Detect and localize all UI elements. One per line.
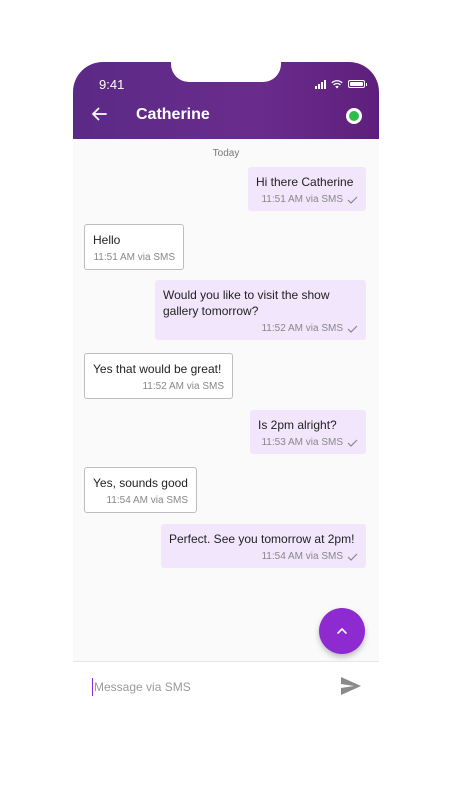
online-status-icon (346, 108, 362, 124)
message-input[interactable] (92, 678, 314, 696)
message-meta: 11:54 AM via SMS (93, 495, 188, 506)
message-meta: 11:51 AM via SMS (93, 252, 175, 263)
check-icon (347, 196, 358, 204)
message-timestamp: 11:51 AM via SMS (93, 252, 175, 263)
message-timestamp: 11:52 AM via SMS (142, 381, 224, 392)
outgoing-message: Perfect. See you tomorrow at 2pm! 11:54 … (161, 524, 366, 568)
battery-icon (348, 80, 367, 88)
message-timestamp: 11:53 AM via SMS (261, 437, 343, 448)
message-text: Is 2pm alright? (258, 418, 337, 432)
chat-header: 9:41 Catherine (73, 62, 379, 139)
device-notch (171, 62, 281, 82)
contact-name: Catherine (136, 106, 210, 123)
message-timestamp: 11:54 AM via SMS (261, 551, 343, 562)
wifi-icon (331, 80, 343, 89)
chevron-up-icon (337, 628, 347, 634)
phone-frame: 9:41 Catherine Today Hi there Catherine … (73, 62, 379, 722)
signal-icon (315, 79, 326, 89)
message-meta: 11:54 AM via SMS (169, 551, 358, 562)
message-list[interactable]: Today Hi there Catherine 11:51 AM via SM… (73, 139, 379, 661)
back-arrow-icon[interactable] (91, 106, 107, 122)
message-text: Yes that would be great! (93, 362, 222, 376)
incoming-message: Yes, sounds good 11:54 AM via SMS (84, 467, 197, 513)
check-icon (347, 325, 358, 333)
message-timestamp: 11:54 AM via SMS (106, 495, 188, 506)
status-time: 9:41 (99, 77, 125, 92)
outgoing-message: Would you like to visit the show gallery… (155, 280, 366, 340)
incoming-message: Yes that would be great! 11:52 AM via SM… (84, 353, 233, 399)
message-meta: 11:52 AM via SMS (163, 323, 358, 334)
message-composer (73, 661, 379, 722)
check-icon (347, 553, 358, 561)
message-timestamp: 11:51 AM via SMS (261, 194, 343, 205)
message-text: Hi there Catherine (256, 175, 354, 189)
message-text: Yes, sounds good (93, 476, 188, 490)
message-meta: 11:51 AM via SMS (256, 194, 358, 205)
status-icons (315, 79, 367, 89)
message-text: Would you like to visit the show gallery… (163, 288, 330, 318)
incoming-message: Hello 11:51 AM via SMS (84, 224, 184, 270)
message-timestamp: 11:52 AM via SMS (261, 323, 343, 334)
outgoing-message: Is 2pm alright? 11:53 AM via SMS (250, 410, 366, 454)
message-meta: 11:52 AM via SMS (93, 381, 224, 392)
send-icon[interactable] (340, 676, 362, 696)
check-icon (347, 439, 358, 447)
message-text: Perfect. See you tomorrow at 2pm! (169, 532, 355, 546)
message-meta: 11:53 AM via SMS (258, 437, 358, 448)
message-text: Hello (93, 233, 121, 247)
scroll-up-button[interactable] (319, 608, 365, 654)
outgoing-message: Hi there Catherine 11:51 AM via SMS (248, 167, 366, 211)
day-separator: Today (212, 148, 240, 159)
